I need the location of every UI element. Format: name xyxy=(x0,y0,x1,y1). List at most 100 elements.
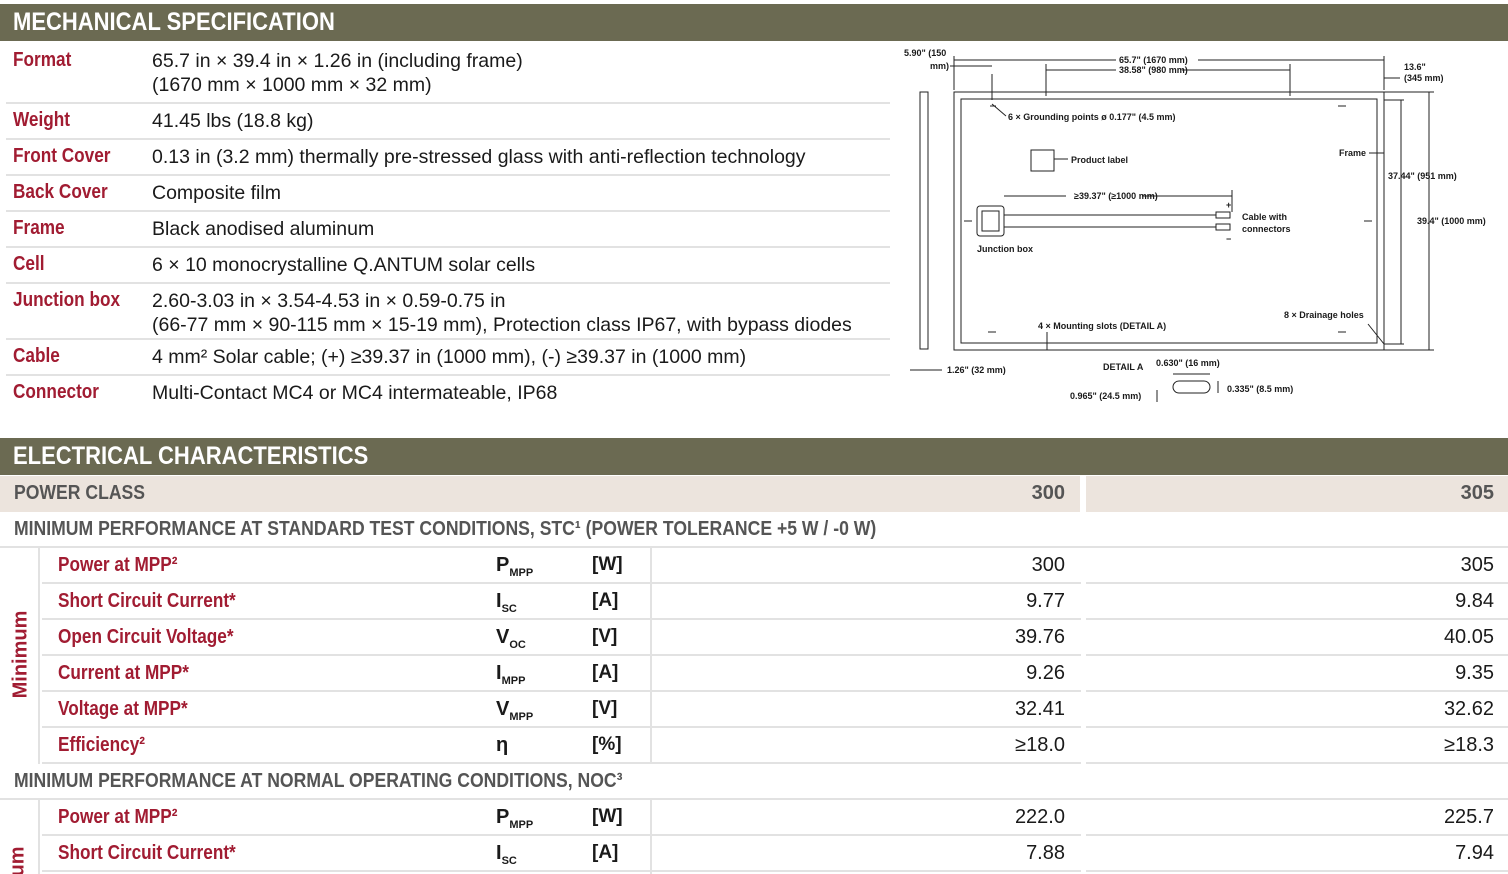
value-300: ≥18.0 xyxy=(1015,734,1065,756)
parameter-symbol: PMPP xyxy=(496,554,533,579)
parameter-unit: [A] xyxy=(592,590,619,611)
parameter-symbol: η xyxy=(496,734,508,759)
mechanical-row-value: 4 mm² Solar cable; (+) ≥39.37 in (1000 m… xyxy=(152,346,747,368)
symbol-subscript: MPP xyxy=(501,675,526,687)
edge-dimension-unit: mm) xyxy=(930,61,949,71)
parameter-symbol: ISC xyxy=(496,590,517,615)
parameter-name: Short Circuit Current* xyxy=(58,842,236,864)
side-profile xyxy=(919,91,929,350)
drainage-holes-label: 8 × Drainage holes xyxy=(1284,310,1364,320)
symbol-subscript: MPP xyxy=(509,567,534,579)
value-300: 32.41 xyxy=(1014,698,1065,720)
power-class-header: POWER CLASS 300 305 xyxy=(0,476,1508,512)
detail-height-label: 0.335" (8.5 mm) xyxy=(1227,384,1293,394)
value-300: 9.26 xyxy=(1026,662,1065,684)
mechanical-row: Connector Multi-Contact MC4 or MC4 interm… xyxy=(6,376,890,412)
electrical-row: Power at MPP² [W] 300 305 PMPP xyxy=(42,548,1508,584)
mechanical-row-label: Format xyxy=(13,49,72,71)
mechanical-row-label: Junction box xyxy=(13,289,121,311)
noc-heading-row: MINIMUM PERFORMANCE AT NORMAL OPERATING … xyxy=(0,764,1508,800)
value-305: 305 xyxy=(1460,554,1494,576)
symbol-subscript: MPP xyxy=(509,711,534,723)
value-305: 9.35 xyxy=(1455,662,1494,684)
value-305: ≥18.3 xyxy=(1444,734,1494,756)
parameter-symbol: ISC xyxy=(496,842,517,867)
electrical-row: Efficiency² [%] ≥18.0 ≥18.3 η xyxy=(42,728,1508,764)
electrical-row: Voltage at MPP* [V] 32.41 32.62 VMPP xyxy=(42,692,1508,728)
symbol-subscript: SC xyxy=(501,855,517,867)
mechanical-section-header: MECHANICAL SPECIFICATION xyxy=(0,4,1508,41)
symbol-letter: P xyxy=(496,554,510,576)
mechanical-row-label: Back Cover xyxy=(13,181,108,203)
mechanical-row: Format 65.7 in × 39.4 in × 1.26 in (inclu… xyxy=(6,44,890,104)
right-top-dimension-unit: (345 mm) xyxy=(1404,73,1444,83)
dimension-diagram: 1.26" (32 mm) 65.7" (1670 mm) 38.58" (98… xyxy=(904,48,1486,402)
mechanical-row-value: 2.60-3.03 in × 3.54-4.53 in × 0.59-0.75 … xyxy=(152,290,506,312)
parameter-symbol: PMPP xyxy=(496,806,533,831)
value-305: 9.84 xyxy=(1455,590,1494,612)
mechanical-row: Back Cover Composite film xyxy=(6,176,890,212)
junction-box-label: Junction box xyxy=(977,244,1033,254)
electrical-section-header: ELECTRICAL CHARACTERISTICS xyxy=(0,438,1508,475)
mechanical-row-label: Cable xyxy=(13,345,60,367)
value-305: 7.94 xyxy=(1455,842,1494,864)
column-divider xyxy=(650,548,652,764)
detail-length-label: 0.965" (24.5 mm) xyxy=(1070,391,1141,401)
mechanical-row-value: Composite film xyxy=(152,182,281,204)
symbol-letter: P xyxy=(496,806,510,828)
symbol-letter: V xyxy=(496,626,510,648)
value-300: 7.88 xyxy=(1026,842,1065,864)
parameter-symbol: IMPP xyxy=(496,662,525,687)
parameter-unit: [%] xyxy=(592,734,622,755)
symbol-subscript: MPP xyxy=(509,819,534,831)
mechanical-row: Junction box 2.60-3.03 in × 3.54-4.53 in … xyxy=(6,284,890,340)
electrical-row: Current at MPP* [A] 9.26 9.35 IMPP xyxy=(42,656,1508,692)
electrical-row: Power at MPP² [W] 222.0 225.7 PMPP xyxy=(42,800,1508,836)
frame-label: Frame xyxy=(1339,148,1366,158)
column-divider-noc xyxy=(650,800,652,874)
noc-heading: MINIMUM PERFORMANCE AT NORMAL OPERATING … xyxy=(14,770,623,792)
module-dimension-drawing: 1.26" (32 mm) 65.7" (1670 mm) 38.58" (98… xyxy=(898,44,1506,412)
mechanical-row-value: 65.7 in × 39.4 in × 1.26 in (including f… xyxy=(152,50,523,72)
electrical-row: Short Circuit Current* [A] 7.88 7.94 ISC xyxy=(42,836,1508,872)
mechanical-row-value: 6 × 10 monocrystalline Q.ANTUM solar cel… xyxy=(152,254,536,276)
parameter-unit: [W] xyxy=(592,554,623,575)
mechanical-row-label: Cell xyxy=(13,253,45,275)
power-class-label: POWER CLASS xyxy=(14,482,146,504)
parameter-name: Power at MPP² xyxy=(58,806,178,828)
mounting-slot-detail xyxy=(1172,380,1211,394)
mechanical-row: Frame Black anodised aluminum xyxy=(6,212,890,248)
mechanical-row: Cable 4 mm² Solar cable; (+) ≥39.37 in (1… xyxy=(6,340,890,376)
length-dimension: 65.7" (1670 mm) xyxy=(1119,55,1188,65)
symbol-subscript: OC xyxy=(509,639,526,651)
parameter-unit: [A] xyxy=(592,842,619,863)
mechanical-row-label: Connector xyxy=(13,381,99,403)
value-305: 40.05 xyxy=(1443,626,1494,648)
mechanical-section-title: MECHANICAL SPECIFICATION xyxy=(13,8,335,36)
mechanical-row-value-continued: (66-77 mm × 90-115 mm × 15-19 mm), Prote… xyxy=(152,314,852,336)
mechanical-row-label: Frame xyxy=(13,217,65,239)
symbol-letter: V xyxy=(496,698,510,720)
symbol-subscript: SC xyxy=(501,603,517,615)
parameter-name: Current at MPP* xyxy=(58,662,189,684)
panel-inner-frame xyxy=(960,98,1378,344)
power-class-305: 305 xyxy=(1460,482,1494,504)
parameter-name: Open Circuit Voltage* xyxy=(58,626,234,648)
mechanical-row-value: Black anodised aluminum xyxy=(152,218,375,240)
mechanical-row-value: 0.13 in (3.2 mm) thermally pre-stressed … xyxy=(152,146,806,168)
value-300: 39.76 xyxy=(1014,626,1065,648)
mechanical-row-value: Multi-Contact MC4 or MC4 intermateable, … xyxy=(152,382,558,404)
thickness-label: 1.26" (32 mm) xyxy=(947,365,1006,375)
electrical-row: Short Circuit Current* [A] 9.77 9.84 ISC xyxy=(42,584,1508,620)
cable-length-label: ≥39.37" (≥1000 mm) xyxy=(1074,191,1158,201)
column-gap xyxy=(1081,548,1086,764)
cable-connectors-label-2: connectors xyxy=(1242,224,1291,234)
right-top-dimension: 13.6" xyxy=(1404,62,1426,72)
power-class-300: 300 xyxy=(1031,482,1065,504)
stc-heading: MINIMUM PERFORMANCE AT STANDARD TEST CON… xyxy=(14,518,877,540)
edge-dimension: 5.90" (150 xyxy=(904,48,946,58)
mechanical-row: Cell 6 × 10 monocrystalline Q.ANTUM solar… xyxy=(6,248,890,284)
mechanical-row-value-continued: (1670 mm × 1000 mm × 32 mm) xyxy=(152,74,432,96)
detail-a-label: DETAIL A xyxy=(1103,362,1144,372)
parameter-name: Power at MPP² xyxy=(58,554,178,576)
